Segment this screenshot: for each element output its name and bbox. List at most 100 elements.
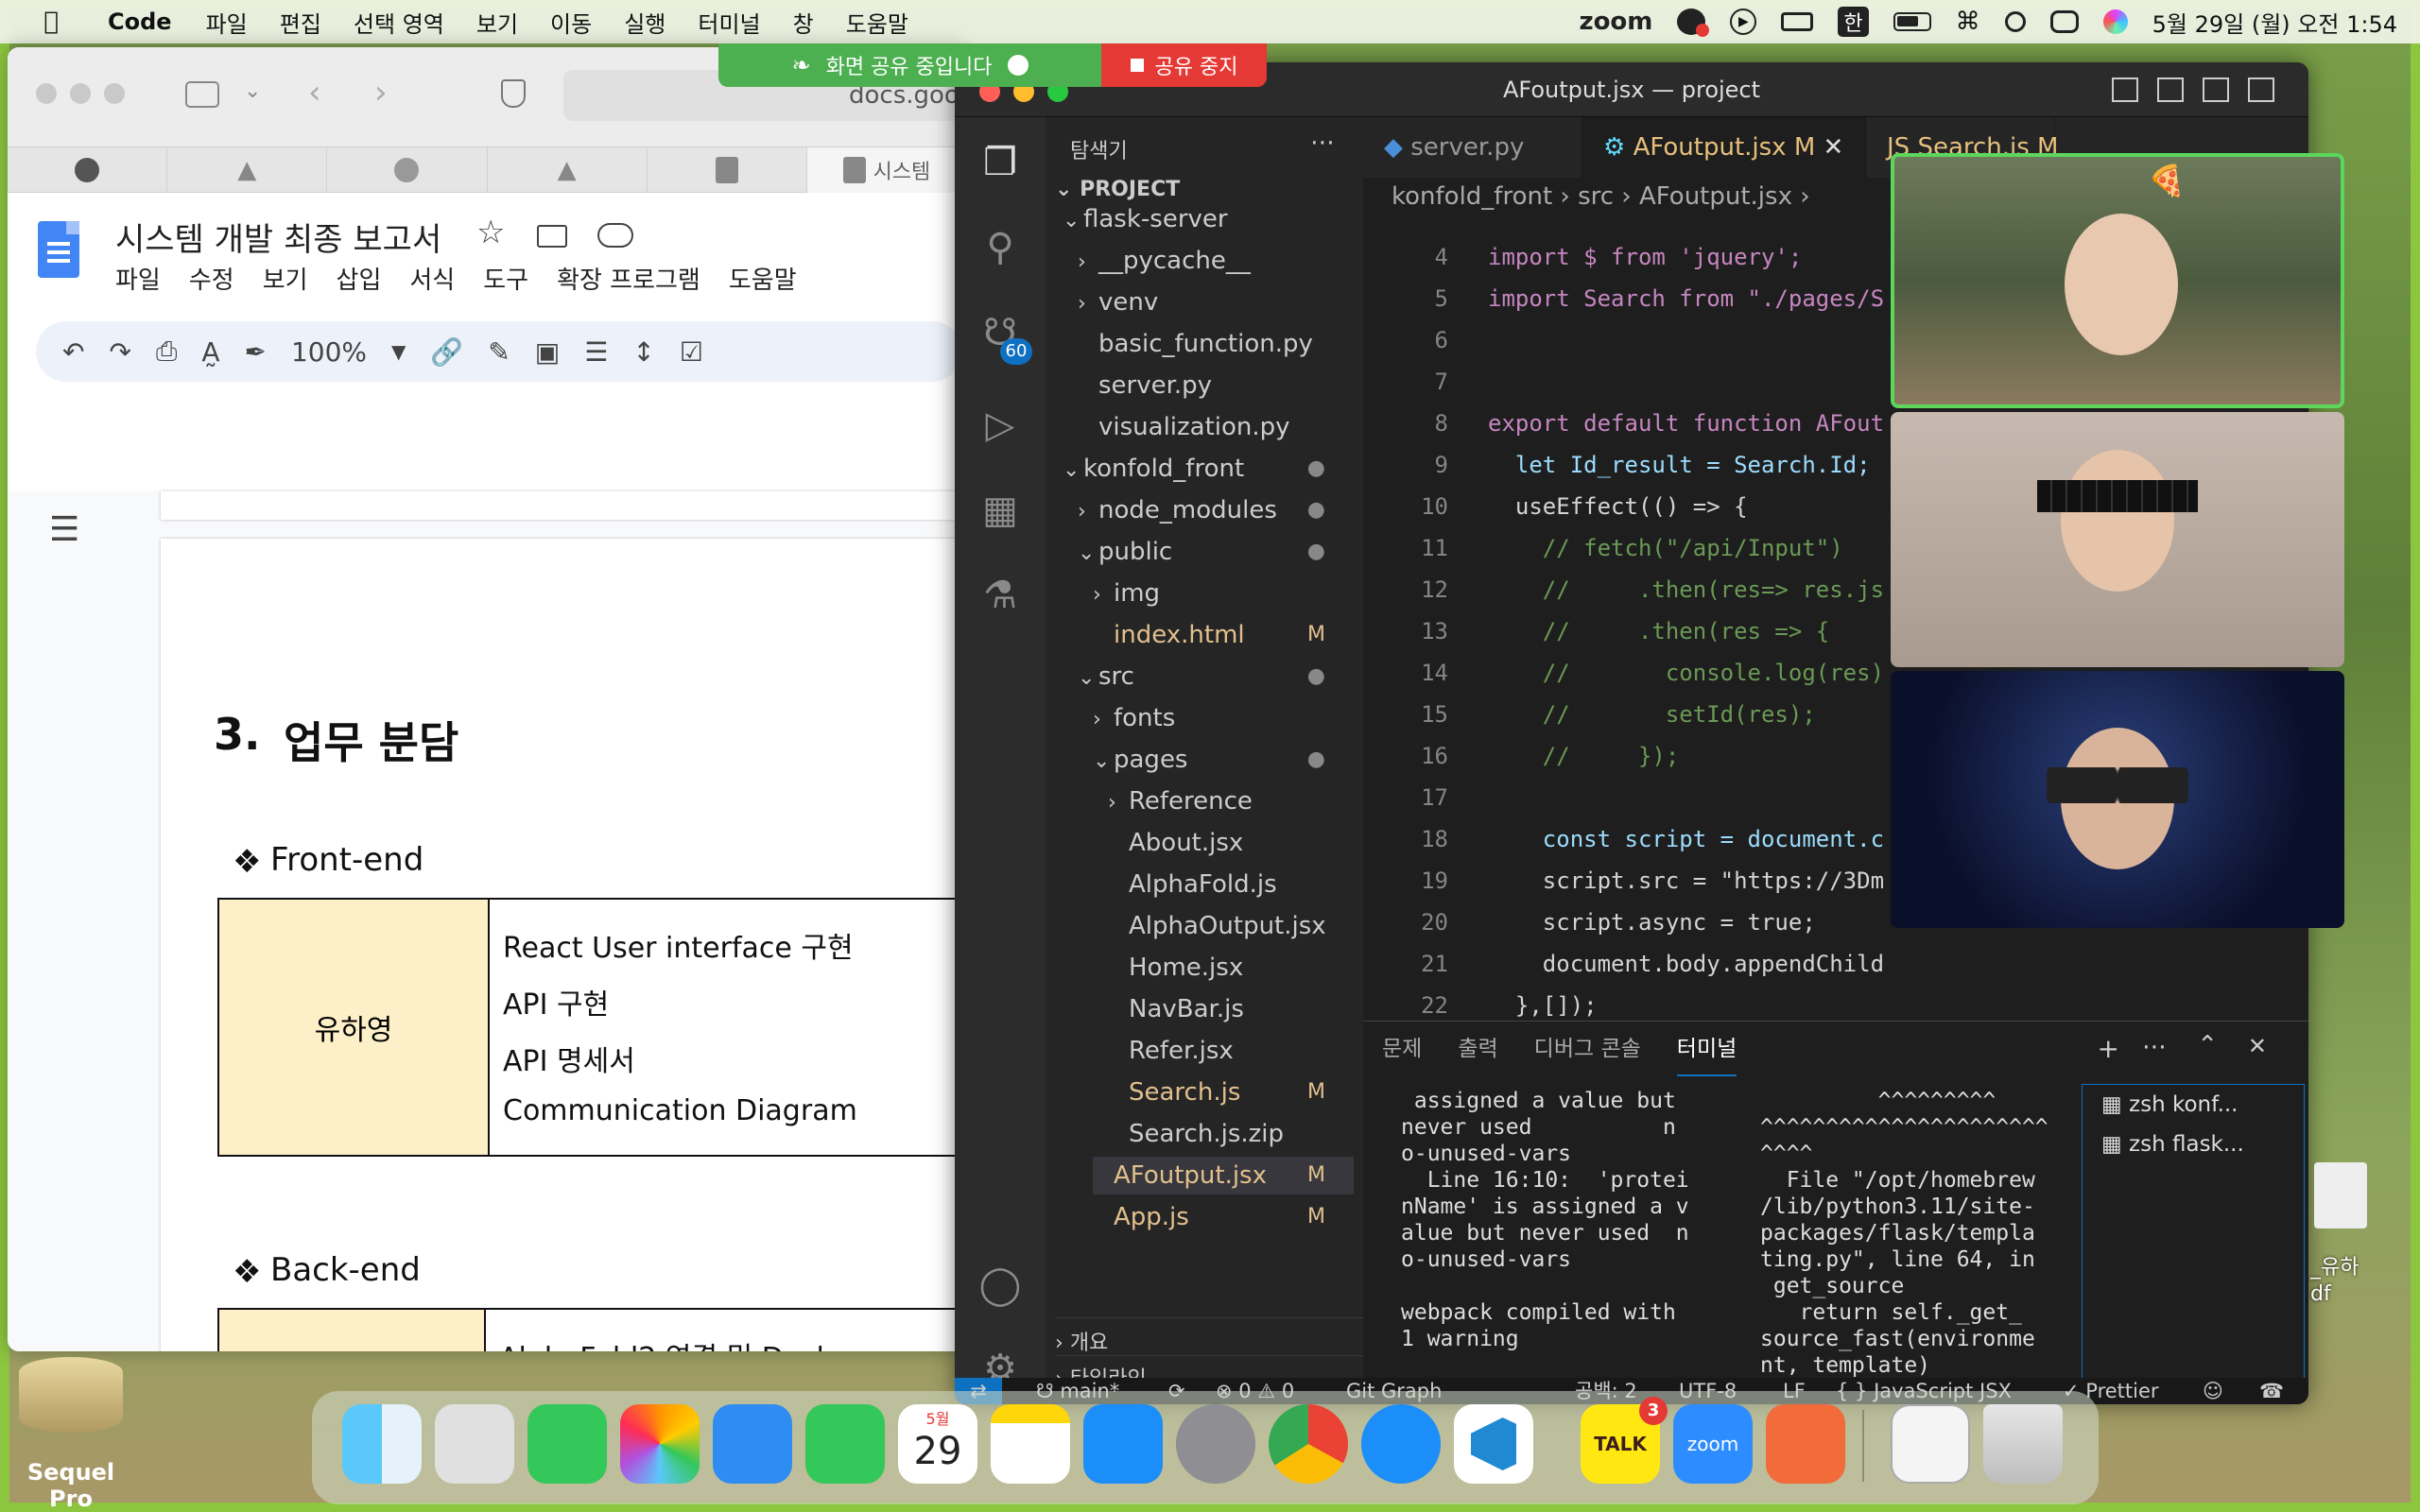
share-status[interactable]: ❧ 화면 공유 중입니다 xyxy=(718,43,1101,87)
desktop-file-icon[interactable] xyxy=(2314,1162,2367,1228)
docs-menu-tools[interactable]: 도구 xyxy=(483,261,528,296)
toggle-sidebar-icon[interactable] xyxy=(2112,77,2138,102)
tree-item[interactable]: ⌄ pages ● xyxy=(1093,741,1354,779)
source-control-icon[interactable]: ☋ 60 xyxy=(976,308,1032,365)
more-actions-icon[interactable]: ⋯ xyxy=(1310,129,1335,157)
terminal-output-right[interactable]: ^^^^^^^^^ ^^^^^^^^^^^^^^^^^^^^^^ ^^^^ Fi… xyxy=(1760,1088,2053,1379)
back-arrow-icon[interactable]: ‹ xyxy=(308,74,321,112)
tree-item[interactable]: › __pycache__ xyxy=(1078,242,1354,280)
app-menu[interactable]: Code xyxy=(108,9,172,35)
menu-help[interactable]: 도움말 xyxy=(846,6,908,39)
wifi-icon[interactable]: ⌘ xyxy=(1956,8,1980,36)
notifications-bell-icon[interactable]: ☎ xyxy=(2259,1378,2284,1404)
code-line[interactable]: script.src = "https://3Dm xyxy=(1488,868,1884,894)
align-icon[interactable]: ☰ xyxy=(584,336,608,368)
video-participant-2[interactable] xyxy=(1891,412,2344,667)
close-panel-icon[interactable]: ✕ xyxy=(2248,1033,2267,1059)
zoom-icon[interactable]: zoom xyxy=(1673,1404,1753,1484)
maximize-panel-icon[interactable]: ⌃ xyxy=(2197,1031,2218,1059)
move-folder-icon[interactable] xyxy=(537,225,567,248)
tree-item[interactable]: About.jsx xyxy=(1108,824,1354,862)
facetime-icon[interactable] xyxy=(805,1404,885,1484)
chevron-down-icon[interactable]: ⌄ xyxy=(244,79,261,103)
code-line[interactable]: script.async = true; xyxy=(1488,909,1816,936)
siri-icon[interactable] xyxy=(2102,9,2128,34)
tree-item[interactable]: ⌄ konfold_front ● xyxy=(1063,450,1354,488)
photos-icon[interactable] xyxy=(620,1404,700,1484)
finder-icon[interactable] xyxy=(342,1404,422,1484)
docs-menu-view[interactable]: 보기 xyxy=(263,261,308,296)
close-tab-icon[interactable]: ✕ xyxy=(1824,133,1844,162)
document-title[interactable]: 시스템 개발 최종 보고서 xyxy=(115,214,441,260)
video-participant-1[interactable]: 🍕 xyxy=(1891,153,2344,408)
tree-item[interactable]: Search.js M xyxy=(1108,1074,1354,1111)
docs-menu-extensions[interactable]: 확장 프로그램 xyxy=(557,261,700,296)
calendar-icon[interactable]: 5월 29 xyxy=(898,1404,977,1484)
tree-item[interactable]: ⌄ public ● xyxy=(1078,533,1354,571)
outline-toggle-icon[interactable]: ☰ xyxy=(49,510,79,549)
system-settings-icon[interactable] xyxy=(1176,1404,1255,1484)
tree-item[interactable]: ⌄ flask-server xyxy=(1063,200,1354,238)
panel-tab-terminal[interactable]: 터미널 xyxy=(1676,1022,1737,1076)
control-center-icon[interactable] xyxy=(2049,10,2079,33)
panel-tab-debug-console[interactable]: 디버그 콘솔 xyxy=(1534,1022,1641,1076)
document-page[interactable]: 3. 업무 분담 ❖ Front-end 유하영 React User inte… xyxy=(161,539,967,1351)
docs-menu-help[interactable]: 도움말 xyxy=(729,261,797,296)
cloud-saved-icon[interactable] xyxy=(597,223,633,248)
chat-notification-icon[interactable] xyxy=(1677,9,1710,37)
new-terminal-icon[interactable]: + xyxy=(2098,1033,2119,1064)
tab-drive-2[interactable]: ▲ xyxy=(488,147,648,193)
feedback-icon[interactable]: ☺ xyxy=(2203,1378,2223,1404)
code-line[interactable]: let Id_result = Search.Id; xyxy=(1488,452,1871,478)
terminal-item-flask[interactable]: ▦ zsh flask... xyxy=(2083,1125,2304,1164)
code-line[interactable]: export default function AFout xyxy=(1488,410,1884,437)
line-spacing-icon[interactable]: ↕ xyxy=(632,336,654,368)
zoom-select[interactable]: 100% xyxy=(291,336,367,368)
panel-tab-output[interactable]: 출력 xyxy=(1458,1022,1497,1076)
tree-item[interactable]: › venv xyxy=(1078,284,1354,321)
code-line[interactable]: // }); xyxy=(1488,743,1680,769)
close-window-button[interactable] xyxy=(36,83,57,104)
notes-icon[interactable] xyxy=(991,1404,1070,1484)
docs-menu-format[interactable]: 서식 xyxy=(409,261,455,296)
preview-window-icon[interactable] xyxy=(1891,1404,1970,1484)
vscode-icon[interactable] xyxy=(1454,1404,1533,1484)
safari-icon[interactable] xyxy=(1361,1404,1441,1484)
code-line[interactable]: // console.log(res) xyxy=(1488,660,1884,686)
forward-arrow-icon[interactable]: › xyxy=(374,74,388,112)
insert-image-icon[interactable]: ▣ xyxy=(535,336,560,368)
sequel-pro-icon[interactable] xyxy=(19,1357,123,1433)
tab-afoutput-jsx[interactable]: ⚙ AFoutput.jsx M ✕ xyxy=(1582,117,1866,178)
search-icon[interactable]: ⚲ xyxy=(976,223,1025,272)
tree-item[interactable]: › fonts xyxy=(1093,699,1354,737)
tree-item[interactable]: AlphaFold.js xyxy=(1108,866,1354,903)
menu-file[interactable]: 파일 xyxy=(206,6,248,39)
tree-item[interactable]: AlphaOutput.jsx xyxy=(1108,907,1354,945)
menu-edit[interactable]: 편집 xyxy=(280,6,321,39)
tree-item[interactable]: basic_function.py xyxy=(1078,325,1354,363)
terminal-output-left[interactable]: assigned a value but never used n o-unus… xyxy=(1401,1088,1689,1352)
tree-item[interactable]: AFoutput.jsx M xyxy=(1093,1157,1354,1194)
code-line[interactable]: import $ from 'jquery'; xyxy=(1488,244,1802,270)
spotlight-search-icon[interactable] xyxy=(2004,11,2026,32)
print-icon[interactable]: ⎙ xyxy=(156,335,177,368)
sequel-pro-label[interactable]: Sequel Pro xyxy=(9,1459,132,1512)
docs-menu-insert[interactable]: 삽입 xyxy=(337,261,382,296)
redo-icon[interactable]: ↷ xyxy=(109,336,130,368)
add-comment-icon[interactable]: ✎ xyxy=(488,336,510,368)
panel-tab-problems[interactable]: 문제 xyxy=(1382,1022,1422,1076)
chrome-icon[interactable] xyxy=(1269,1404,1348,1484)
messages-icon[interactable] xyxy=(527,1404,607,1484)
tree-item[interactable]: › img xyxy=(1093,575,1354,612)
apple-menu-icon[interactable]:  xyxy=(32,8,70,36)
menu-terminal[interactable]: 터미널 xyxy=(698,6,760,39)
testing-icon[interactable]: ⚗ xyxy=(976,571,1025,620)
tree-item[interactable]: NavBar.js xyxy=(1108,990,1354,1028)
tab-github[interactable] xyxy=(8,147,168,193)
spellcheck-icon[interactable]: A̰ xyxy=(201,336,219,368)
zoom-menu-label[interactable]: zoom xyxy=(1579,8,1652,36)
trash-icon[interactable] xyxy=(1983,1404,2063,1484)
menu-window[interactable]: 창 xyxy=(793,6,814,39)
tree-item[interactable]: › Reference xyxy=(1108,782,1354,820)
undo-icon[interactable]: ↶ xyxy=(62,336,84,368)
